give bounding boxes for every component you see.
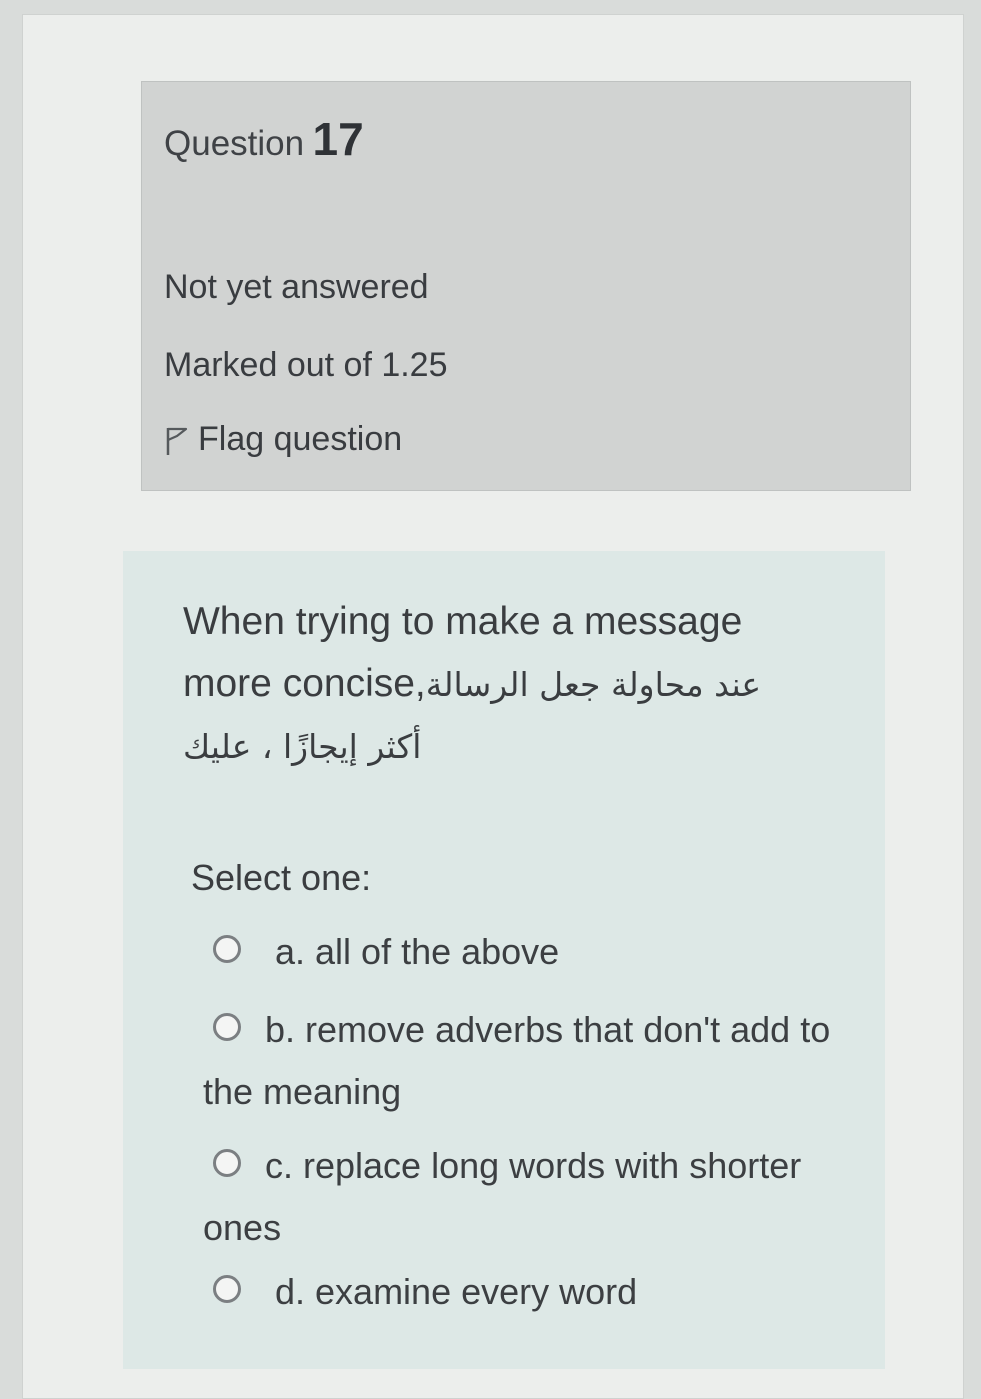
question-text-arabic-line-1: عند محاولة جعل الرسالة xyxy=(425,665,762,704)
flag-question-link[interactable]: Flag question xyxy=(164,420,402,459)
answer-option-a[interactable]: a. all of the above xyxy=(213,921,833,983)
question-number: 17 xyxy=(312,113,364,165)
answer-option-d[interactable]: d. examine every word xyxy=(213,1261,833,1323)
question-label: Question xyxy=(164,124,305,163)
answer-option-b[interactable]: b. remove adverbs that don't add to the … xyxy=(203,999,833,1123)
flag-question-label: Flag question xyxy=(198,420,403,458)
radio-button-c[interactable] xyxy=(213,1149,241,1177)
answer-option-d-label: d. examine every word xyxy=(275,1271,638,1312)
question-heading: Question 17 xyxy=(164,112,364,166)
answer-option-b-label: b. remove adverbs that don't add to the … xyxy=(203,1009,831,1112)
quiz-page: Question 17 Not yet answered Marked out … xyxy=(22,14,964,1399)
flag-icon xyxy=(166,427,188,456)
radio-button-d[interactable] xyxy=(213,1275,241,1303)
select-one-prompt: Select one: xyxy=(191,857,372,898)
question-state: Not yet answered xyxy=(164,268,429,306)
radio-button-b[interactable] xyxy=(213,1013,241,1041)
radio-button-a[interactable] xyxy=(213,935,241,963)
question-text-arabic-line-2: أكثر إيجازًا ، عليك xyxy=(183,727,422,766)
question-grade: Marked out of 1.25 xyxy=(164,346,448,384)
question-text: When trying to make a message more conci… xyxy=(183,591,833,778)
answer-option-c[interactable]: c. replace long words with shorter ones xyxy=(203,1135,833,1259)
question-info-panel: Question 17 Not yet answered Marked out … xyxy=(141,81,911,491)
question-content-panel: When trying to make a message more conci… xyxy=(123,551,885,1369)
answer-option-a-label: a. all of the above xyxy=(275,931,560,972)
answer-option-c-label: c. replace long words with shorter ones xyxy=(203,1145,802,1248)
